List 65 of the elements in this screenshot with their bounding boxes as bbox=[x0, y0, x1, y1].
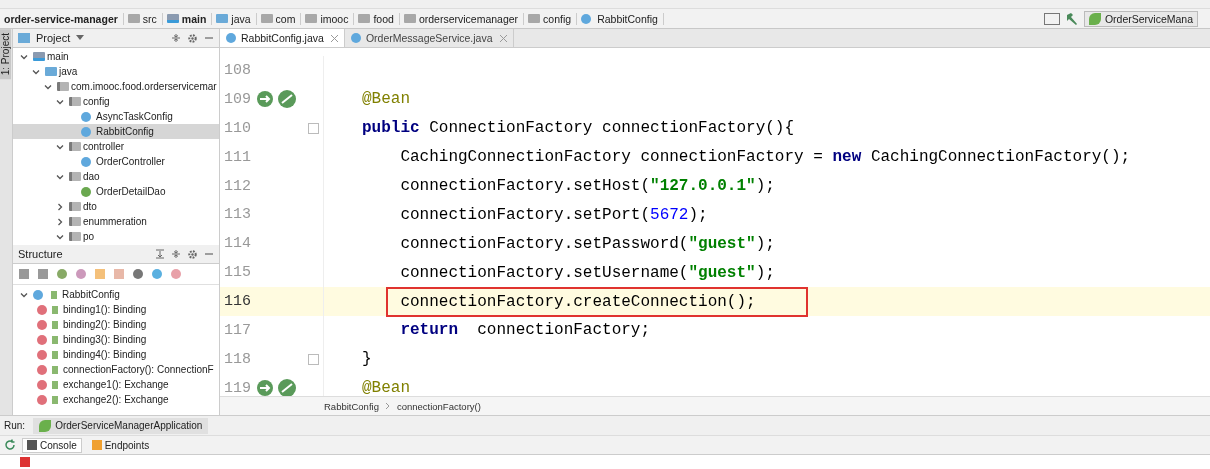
tree-item[interactable]: config bbox=[13, 94, 219, 109]
code-line: connectionFactory.setPort(5672); bbox=[400, 205, 708, 224]
breadcrumb-item[interactable]: src bbox=[142, 12, 157, 25]
run-tab[interactable]: OrderServiceManagerApplication bbox=[33, 417, 209, 434]
line-number: 111 bbox=[223, 148, 251, 166]
breadcrumb-item[interactable]: RabbitConfig bbox=[324, 400, 379, 412]
code-line: @Bean bbox=[362, 379, 410, 396]
tree-item[interactable]: binding1(): Binding bbox=[13, 302, 219, 317]
tree-item[interactable]: exchange1(): Exchange bbox=[13, 377, 219, 392]
line-number: 112 bbox=[223, 177, 251, 195]
breadcrumb-item[interactable]: imooc bbox=[320, 12, 349, 25]
project-tool-button[interactable]: 1: Project bbox=[0, 29, 11, 80]
code-line: public ConnectionFactory connectionFactory(){ bbox=[362, 119, 795, 138]
breadcrumb-item[interactable]: RabbitConfig bbox=[597, 12, 658, 25]
code-line: connectionFactory.setHost("127.0.0.1"); bbox=[400, 177, 775, 195]
tree-item[interactable]: OrderController bbox=[13, 154, 219, 169]
panel-title: Structure bbox=[18, 248, 63, 260]
panel-title[interactable]: Project bbox=[36, 32, 71, 44]
breadcrumb-item[interactable]: main bbox=[181, 12, 207, 25]
tree-item[interactable]: binding2(): Binding bbox=[13, 317, 219, 332]
line-number: 108 bbox=[223, 61, 251, 79]
tree-item[interactable]: com.imooc.food.orderservicemar bbox=[13, 79, 219, 94]
code-line: connectionFactory.setUsername("guest"); bbox=[400, 263, 775, 282]
tree-item[interactable]: controller bbox=[13, 139, 219, 154]
line-number: 113 bbox=[223, 206, 251, 224]
console-tab[interactable]: Console bbox=[22, 437, 82, 453]
tree-item[interactable]: enummeration bbox=[13, 214, 219, 229]
tree-item[interactable]: binding3(): Binding bbox=[13, 332, 219, 347]
tree-item[interactable]: java bbox=[13, 64, 219, 79]
line-number: 118 bbox=[223, 350, 251, 368]
tree-item[interactable]: main bbox=[13, 49, 219, 64]
tree-item[interactable]: exchange2(): Exchange bbox=[13, 392, 219, 407]
breadcrumb-item[interactable]: java bbox=[231, 12, 251, 25]
code-line: } bbox=[362, 350, 372, 369]
run-configuration-dropdown[interactable]: OrderServiceMana bbox=[1083, 10, 1198, 27]
tree-item[interactable]: po bbox=[13, 229, 219, 244]
tree-item[interactable]: AsyncTaskConfig bbox=[13, 109, 219, 124]
line-number: 117 bbox=[223, 321, 251, 339]
tree-item[interactable]: dao bbox=[13, 169, 219, 184]
editor-tab[interactable]: OrderMessageService.java bbox=[344, 29, 514, 47]
line-number: 110 bbox=[223, 119, 251, 137]
breadcrumb-item[interactable]: food bbox=[373, 12, 394, 25]
run-label: Run: bbox=[4, 420, 26, 431]
tree-item[interactable]: binding4(): Binding bbox=[13, 347, 219, 362]
line-number: 119 bbox=[223, 379, 251, 396]
code-line: return connectionFactory; bbox=[400, 321, 651, 340]
console-tab[interactable]: Endpoints bbox=[87, 438, 154, 452]
breadcrumb-item[interactable]: com bbox=[275, 12, 296, 25]
breadcrumb-item[interactable]: connectionFactory() bbox=[396, 400, 481, 412]
tree-item[interactable]: dto bbox=[13, 199, 219, 214]
line-number: 116 bbox=[223, 293, 251, 311]
line-number: 114 bbox=[223, 235, 251, 253]
tree-item[interactable]: connectionFactory(): ConnectionF bbox=[13, 362, 219, 377]
breadcrumb-item[interactable]: order-service-manager bbox=[4, 12, 118, 25]
code-line: connectionFactory.setPassword("guest"); bbox=[400, 234, 775, 253]
editor-tab[interactable]: RabbitConfig.java bbox=[220, 29, 345, 47]
code-line: CachingConnectionFactory connectionFactory = new CachingConnectionFactory(); bbox=[400, 148, 1131, 167]
tree-item[interactable]: OrderDetailDao bbox=[13, 184, 219, 199]
breadcrumb-item[interactable]: config bbox=[543, 12, 572, 25]
tree-item[interactable]: RabbitConfig bbox=[13, 287, 219, 302]
code-line: @Bean bbox=[362, 90, 410, 109]
line-number: 115 bbox=[223, 264, 251, 282]
line-number: 109 bbox=[223, 90, 251, 108]
tree-item[interactable]: RabbitConfig bbox=[13, 124, 219, 139]
breadcrumb-item[interactable]: orderservicemanager bbox=[418, 12, 519, 25]
